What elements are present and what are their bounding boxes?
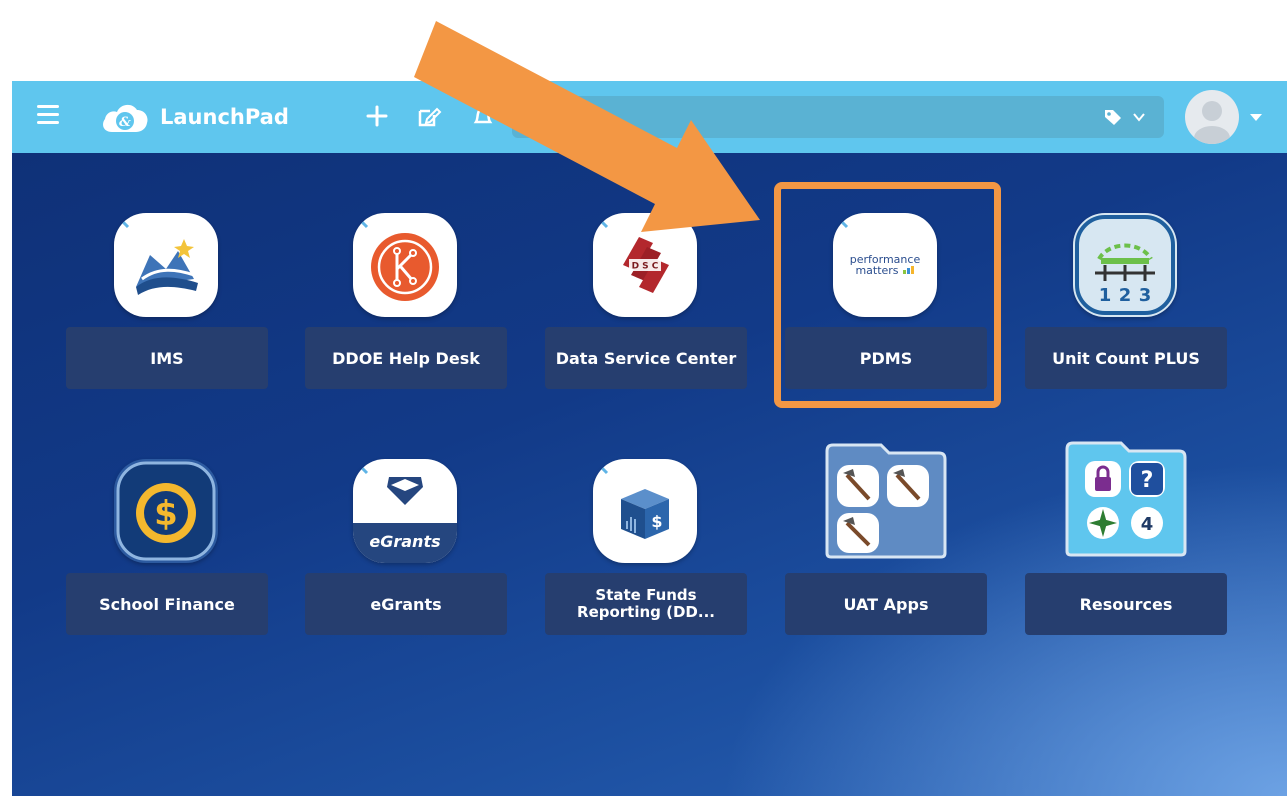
tile-resources[interactable]: ? 4 Resources	[1025, 441, 1227, 669]
svg-text:&: &	[119, 115, 131, 130]
tile-label: School Finance	[66, 573, 268, 635]
cloud-logo-icon: &	[103, 104, 148, 132]
tile-egrants[interactable]: eGrants eGrants	[305, 459, 507, 669]
svg-text:D S C: D S C	[632, 262, 659, 272]
logo-text-matters: matters	[855, 264, 898, 277]
tile-uat-apps[interactable]: UAT Apps	[785, 443, 987, 669]
bell-icon[interactable]	[470, 103, 496, 129]
svg-text:?: ?	[1141, 468, 1154, 493]
app-name: LaunchPad	[160, 105, 289, 129]
tile-label: State Funds Reporting (DD...	[545, 573, 747, 635]
folder-hammers-icon	[825, 443, 947, 559]
k-circle-icon	[353, 213, 457, 317]
label-line-2: Reporting (DD...	[577, 603, 715, 621]
egrants-logo-text: eGrants	[369, 532, 440, 551]
tile-label: IMS	[66, 327, 268, 389]
key-icon	[355, 215, 369, 229]
tile-label: DDOE Help Desk	[305, 327, 507, 389]
key-icon	[595, 215, 609, 229]
brand[interactable]: & LaunchPad	[100, 93, 289, 141]
hamburger-menu-icon[interactable]	[37, 105, 59, 125]
caret-down-icon[interactable]	[1250, 114, 1262, 122]
top-bar: & LaunchPad	[12, 81, 1287, 153]
app-grid: IMS DDOE Help Desk D S C Data Service Ce…	[12, 153, 1287, 796]
key-icon	[116, 215, 130, 229]
tile-unit-count-plus[interactable]: 1 2 3 Unit Count PLUS	[1025, 213, 1227, 423]
key-icon	[355, 461, 369, 475]
tile-state-funds-reporting[interactable]: $ State Funds Reporting (DD...	[545, 459, 747, 669]
count-badge: 4	[1141, 514, 1154, 535]
user-silhouette-icon	[1194, 101, 1230, 144]
tile-label: Data Service Center	[545, 327, 747, 389]
tile-school-finance[interactable]: $ School Finance	[66, 459, 268, 669]
tile-ims[interactable]: IMS	[66, 213, 268, 423]
svg-text:$: $	[651, 512, 662, 531]
svg-text:$: $	[154, 494, 178, 534]
key-icon	[595, 461, 609, 475]
plus-icon[interactable]	[364, 103, 390, 129]
edit-icon[interactable]	[416, 103, 442, 129]
tag-icon[interactable]	[1104, 108, 1122, 126]
number-one: 1	[1099, 285, 1112, 306]
tile-label: Unit Count PLUS	[1025, 327, 1227, 389]
tile-pdms[interactable]: performance matters PDMS	[785, 213, 987, 423]
dsc-icon: D S C	[593, 213, 697, 317]
folder-resources-icon: ? 4	[1065, 441, 1187, 557]
tile-data-service-center[interactable]: D S C Data Service Center	[545, 213, 747, 423]
tile-label: PDMS	[785, 327, 987, 389]
money-cube-icon: $	[593, 459, 697, 563]
avatar[interactable]	[1185, 90, 1239, 144]
chevron-down-icon[interactable]	[1132, 110, 1146, 124]
tile-ddoe-help-desk[interactable]: DDOE Help Desk	[305, 213, 507, 423]
performance-matters-icon: performance matters	[833, 213, 937, 317]
number-three: 3	[1139, 285, 1152, 306]
unit-count-icon: 1 2 3	[1073, 213, 1177, 317]
tile-label: Resources	[1025, 573, 1227, 635]
tile-label: eGrants	[305, 573, 507, 635]
tile-label: UAT Apps	[785, 573, 987, 635]
ims-icon	[114, 213, 218, 317]
search-bar[interactable]	[512, 96, 1164, 138]
number-two: 2	[1119, 285, 1132, 306]
label-line-1: State Funds	[595, 586, 697, 604]
search-input[interactable]	[512, 96, 1100, 138]
key-icon	[835, 215, 849, 229]
egrants-icon: eGrants	[353, 459, 457, 563]
dollar-coin-icon: $	[114, 459, 218, 563]
